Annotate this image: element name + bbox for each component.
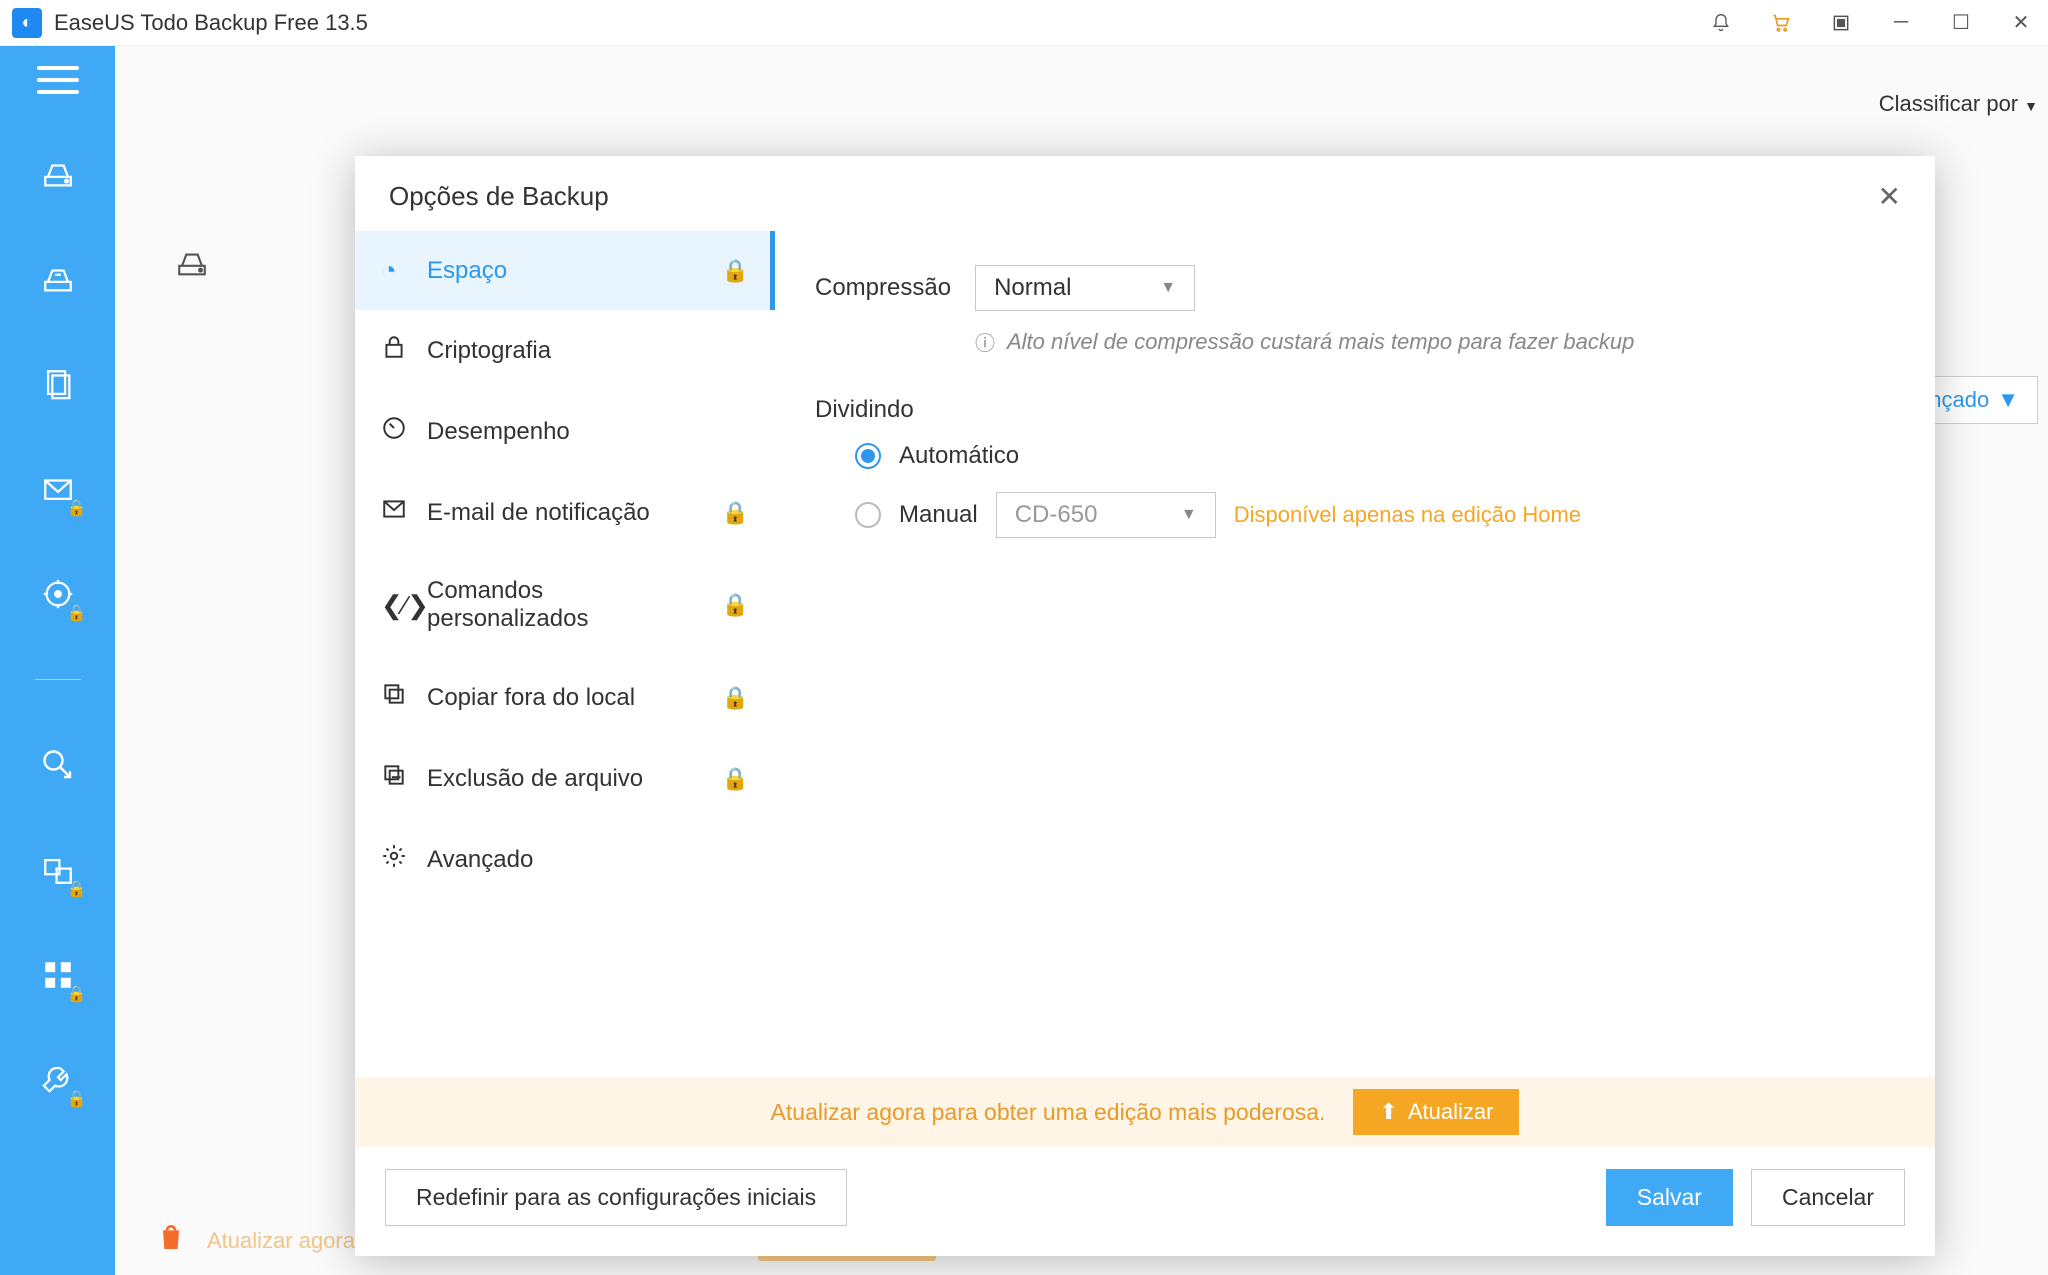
lock-icon: 🔒 — [722, 685, 749, 711]
mail-icon — [381, 496, 411, 529]
upgrade-button[interactable]: ⬆ Atualizar — [1353, 1089, 1519, 1135]
reset-button[interactable]: Redefinir para as configurações iniciais — [385, 1169, 847, 1226]
menu-icon[interactable] — [37, 66, 79, 94]
file-backup-icon[interactable] — [33, 359, 83, 409]
cancel-button[interactable]: Cancelar — [1751, 1169, 1905, 1226]
radio-auto-label: Automático — [899, 442, 1019, 470]
main-sidebar: 🔒 🔒 🔒 🔒 🔒 — [0, 46, 115, 1275]
system-backup-icon[interactable] — [33, 254, 83, 304]
save-button[interactable]: Salvar — [1606, 1169, 1733, 1226]
cart-icon[interactable] — [1766, 13, 1796, 33]
bag-icon — [155, 1221, 187, 1261]
close-button[interactable]: ✕ — [2006, 10, 2036, 35]
chevron-down-icon: ▼ — [1997, 387, 2019, 413]
option-commands[interactable]: ❮∕❯ Comandos personalizados 🔒 — [355, 553, 775, 657]
lock-icon: 🔒 — [722, 258, 749, 284]
clone-icon[interactable] — [33, 740, 83, 790]
chevron-down-icon: ▼ — [1160, 279, 1176, 297]
code-icon: ❮∕❯ — [381, 590, 411, 621]
chevron-down-icon: ▼ — [1181, 506, 1197, 524]
disk-backup-icon[interactable] — [33, 149, 83, 199]
upgrade-text: Atualizar agora para obter uma edição ma… — [771, 1099, 1326, 1126]
options-content: Compressão Normal ▼ ⓘ Alto nível de comp… — [775, 231, 1935, 1077]
app-title: EaseUS Todo Backup Free 13.5 — [54, 10, 368, 36]
transfer-icon[interactable]: 🔒 — [33, 845, 83, 895]
radio-auto[interactable] — [855, 443, 881, 469]
lock-icon: 🔒 — [67, 603, 87, 623]
tools-icon[interactable]: 🔒 — [33, 950, 83, 1000]
radio-manual-label: Manual — [899, 501, 978, 529]
lock-icon: 🔒 — [67, 984, 87, 1004]
maximize-button[interactable]: ☐ — [1946, 10, 1976, 35]
home-edition-note: Disponível apenas na edição Home — [1234, 502, 1581, 528]
dialog-title: Opções de Backup — [389, 181, 609, 212]
sort-dropdown[interactable]: Classificar por▼ — [1879, 91, 2038, 117]
manual-size-select[interactable]: CD-650 ▼ — [996, 492, 1216, 538]
compression-hint: ⓘ Alto nível de compressão custará mais … — [815, 327, 1895, 356]
settings-icon[interactable]: 🔒 — [33, 1055, 83, 1105]
option-exclude[interactable]: Exclusão de arquivo 🔒 — [355, 738, 775, 819]
pie-icon: ◔ — [381, 255, 411, 286]
smart-backup-icon[interactable]: 🔒 — [33, 569, 83, 619]
chevron-down-icon: ▼ — [2024, 98, 2038, 114]
backup-options-dialog: Opções de Backup ✕ ◔ Espaço 🔒 Criptograf… — [355, 156, 1935, 1256]
lock-icon: 🔒 — [722, 500, 749, 526]
upgrade-strip: Atualizar agora para obter uma edição ma… — [355, 1077, 1935, 1147]
gear-icon — [381, 843, 411, 876]
upload-icon: ⬆ — [1379, 1099, 1397, 1125]
lock-outline-icon — [381, 334, 411, 367]
compression-label: Compressão — [815, 274, 951, 302]
option-advanced[interactable]: Avançado — [355, 819, 775, 900]
lock-icon: 🔒 — [722, 766, 749, 792]
option-space[interactable]: ◔ Espaço 🔒 — [355, 231, 775, 310]
title-bar: ◐ EaseUS Todo Backup Free 13.5 ─ ☐ ✕ — [0, 0, 2048, 46]
main-area: Classificar por▼ Avançado ▼ Atualizar ago… — [115, 46, 2048, 1275]
info-icon: ⓘ — [975, 327, 995, 356]
option-email[interactable]: E-mail de notificação 🔒 — [355, 472, 775, 553]
log-icon[interactable] — [1826, 13, 1856, 33]
gauge-icon — [381, 415, 411, 448]
app-logo-icon: ◐ — [12, 8, 42, 38]
radio-manual[interactable] — [855, 502, 881, 528]
disk-icon — [175, 246, 209, 289]
bell-icon[interactable] — [1706, 13, 1736, 33]
mail-backup-icon[interactable]: 🔒 — [33, 464, 83, 514]
lock-icon: 🔒 — [67, 498, 87, 518]
minimize-button[interactable]: ─ — [1886, 11, 1916, 34]
splitting-label: Dividindo — [815, 396, 1895, 424]
exclude-icon — [381, 762, 411, 795]
option-encryption[interactable]: Criptografia — [355, 310, 775, 391]
lock-icon: 🔒 — [67, 879, 87, 899]
close-dialog-button[interactable]: ✕ — [1878, 180, 1901, 213]
options-sidebar: ◔ Espaço 🔒 Criptografia D — [355, 231, 775, 1077]
copy-icon — [381, 681, 411, 714]
lock-icon: 🔒 — [67, 1089, 87, 1109]
lock-icon: 🔒 — [722, 592, 749, 618]
compression-select[interactable]: Normal ▼ — [975, 265, 1195, 311]
option-offsite[interactable]: Copiar fora do local 🔒 — [355, 657, 775, 738]
option-performance[interactable]: Desempenho — [355, 391, 775, 472]
